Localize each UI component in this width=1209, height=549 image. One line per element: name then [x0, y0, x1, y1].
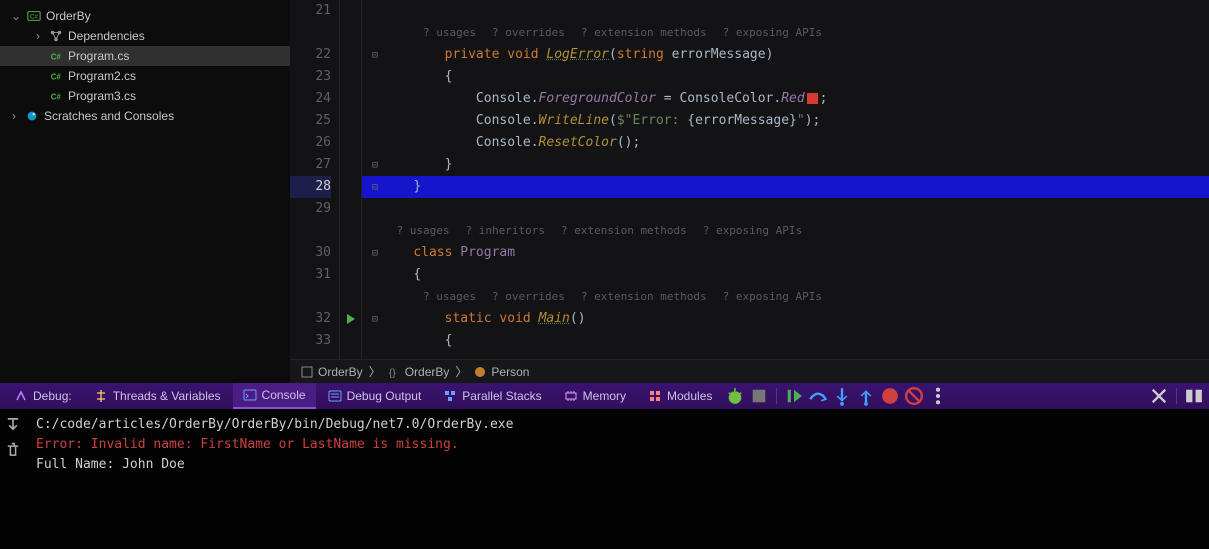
svg-text:{}: {}	[389, 368, 396, 379]
csharp-file-icon: C#	[48, 68, 64, 84]
tab-memory[interactable]: Memory	[554, 383, 636, 409]
csharp-file-icon: C#	[48, 88, 64, 104]
tree-item-dependencies[interactable]: › Dependencies	[0, 26, 290, 46]
line-number-gutter[interactable]: 21 2223242526272829 3031 3233	[290, 0, 340, 359]
breadcrumb-sep: 〉	[369, 363, 381, 380]
console-output[interactable]: C:/code/articles/OrderBy/OrderBy/bin/Deb…	[26, 409, 1209, 549]
code-body[interactable]: ? usages? overrides? extension methods? …	[362, 0, 1209, 359]
svg-text:C#: C#	[51, 93, 62, 102]
breakpoint-icon[interactable]	[879, 385, 901, 407]
struct-icon	[300, 365, 314, 379]
console-panel: C:/code/articles/OrderBy/OrderBy/bin/Deb…	[0, 409, 1209, 549]
separator	[776, 388, 777, 404]
more-icon[interactable]	[927, 385, 949, 407]
tree-label: OrderBy	[46, 9, 91, 23]
debug-toolbar: Debug: Threads & Variables Console Debug…	[0, 383, 1209, 409]
svg-text:C#: C#	[51, 53, 62, 62]
debug-icon	[14, 389, 28, 403]
tab-threads[interactable]: Threads & Variables	[84, 383, 231, 409]
close-icon[interactable]	[1148, 385, 1170, 407]
svg-text:C#: C#	[51, 73, 62, 82]
step-into-icon[interactable]	[831, 385, 853, 407]
tab-parallel-stacks[interactable]: Parallel Stacks	[433, 383, 551, 409]
class-icon	[473, 365, 487, 379]
tree-item-file[interactable]: C# Program3.cs	[0, 86, 290, 106]
console-side-toolbar	[0, 409, 26, 549]
crumb-label: Person	[491, 365, 529, 379]
threads-icon	[94, 389, 108, 403]
namespace-icon: {}	[387, 365, 401, 379]
svg-text:C#: C#	[30, 14, 38, 21]
csharp-file-icon: C#	[48, 48, 64, 64]
output-icon	[328, 389, 342, 403]
breadcrumb-item[interactable]: OrderBy	[300, 365, 363, 379]
tree-label: Dependencies	[68, 29, 145, 43]
tree-item-project[interactable]: ⌄ C# OrderBy	[0, 6, 290, 26]
stacks-icon	[443, 389, 457, 403]
tree-label: Program.cs	[68, 49, 129, 63]
memory-icon	[564, 389, 578, 403]
separator	[1176, 388, 1177, 404]
chevron-right-icon: ›	[8, 109, 20, 123]
dependencies-icon	[48, 28, 64, 44]
chevron-right-icon: ›	[32, 29, 44, 43]
chevron-down-icon: ⌄	[10, 9, 22, 23]
tree-label: Program3.cs	[68, 89, 136, 103]
resume-icon[interactable]	[783, 385, 805, 407]
tree-item-scratches[interactable]: › Scratches and Consoles	[0, 106, 290, 126]
stop-icon[interactable]	[748, 385, 770, 407]
bug-icon[interactable]	[724, 385, 746, 407]
trash-icon[interactable]	[4, 441, 22, 459]
tree-label: Program2.cs	[68, 69, 136, 83]
scroll-to-end-icon[interactable]	[4, 415, 22, 433]
scratches-icon	[24, 108, 40, 124]
code-editor[interactable]: 21 2223242526272829 3031 3233 ? usages? …	[290, 0, 1209, 383]
run-gutter[interactable]	[340, 0, 362, 359]
layout-icon[interactable]	[1183, 385, 1205, 407]
console-icon	[243, 388, 257, 402]
breadcrumb-sep: 〉	[455, 363, 467, 380]
step-over-icon[interactable]	[807, 385, 829, 407]
step-out-icon[interactable]	[855, 385, 877, 407]
tree-item-file[interactable]: C# Program2.cs	[0, 66, 290, 86]
tab-modules[interactable]: Modules	[638, 383, 722, 409]
breadcrumb-item[interactable]: {} OrderBy	[387, 365, 450, 379]
mute-breakpoints-icon[interactable]	[903, 385, 925, 407]
crumb-label: OrderBy	[405, 365, 450, 379]
modules-icon	[648, 389, 662, 403]
tab-console[interactable]: Console	[233, 383, 316, 409]
project-tree: ⌄ C# OrderBy › Dependencies C# Progra	[0, 0, 290, 383]
tree-item-file[interactable]: C# Program.cs	[0, 46, 290, 66]
crumb-label: OrderBy	[318, 365, 363, 379]
tab-debug-output[interactable]: Debug Output	[318, 383, 432, 409]
tree-label: Scratches and Consoles	[44, 109, 174, 123]
breadcrumb: OrderBy 〉 {} OrderBy 〉 Person	[290, 359, 1209, 383]
breadcrumb-item[interactable]: Person	[473, 365, 529, 379]
csharp-project-icon: C#	[26, 8, 42, 24]
debug-label: Debug:	[4, 383, 82, 409]
